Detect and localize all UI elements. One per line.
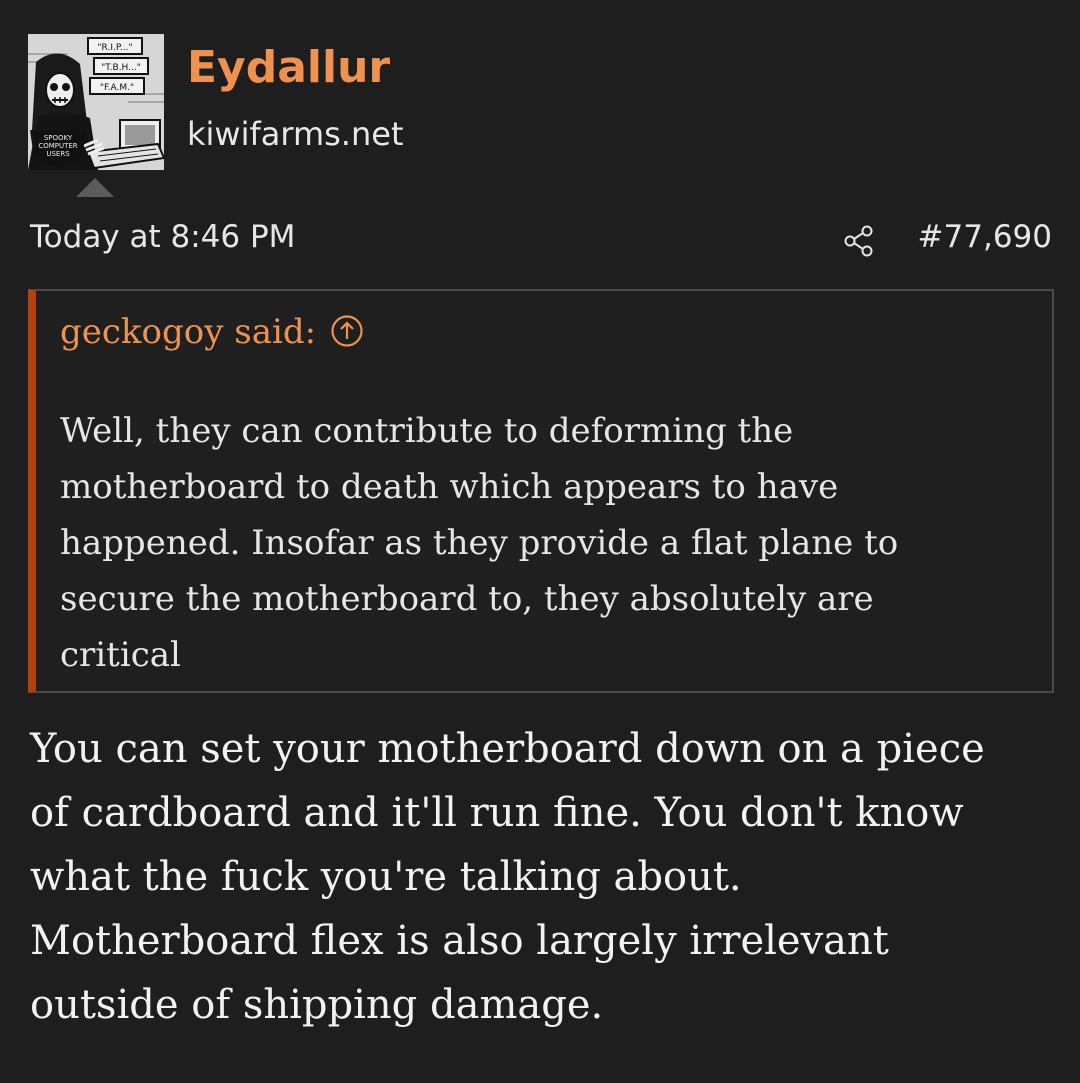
caption-line-1: SPOOKY [44,134,73,142]
user-avatar[interactable]: "R.I.P..." "T.B.H..." "F.A.M." SPOOKY CO… [28,34,164,170]
arrow-up-circle-icon-svg [331,315,363,347]
quote-line: motherboard to death which appears to ha… [60,467,839,507]
reply-body: You can set your motherboard down on a p… [30,717,1060,1037]
sign-text-1: "R.I.P..." [97,43,132,53]
quote-body: Well, they can contribute to deforming t… [60,403,1020,683]
quote-block: geckogoy said: Well, they can contribute… [28,289,1054,693]
post-number-link[interactable]: #77,690 [918,222,1052,253]
spooky-computer-users-avatar-icon: "R.I.P..." "T.B.H..." "F.A.M." SPOOKY CO… [28,34,164,170]
share-icon-svg [844,225,873,257]
quote-attribution-link[interactable]: geckogoy said: [60,315,364,351]
sign-text-2: "T.B.H..." [101,63,141,73]
reply-line: Motherboard flex is also largely irrelev… [30,918,889,964]
arrow-up-circle-icon[interactable] [330,314,364,348]
reply-line: what the fuck you're talking about. [30,854,742,900]
quote-line: secure the motherboard to, they absolute… [60,579,874,619]
quote-line: critical [60,635,181,675]
author-username[interactable]: Eydallur [187,46,390,90]
caption-line-3: USERS [46,150,70,158]
share-icon[interactable] [842,224,876,258]
quote-line: Well, they can contribute to deforming t… [60,411,794,451]
quote-line: happened. Insofar as they provide a flat… [60,523,899,563]
avatar-pointer-arrow [76,178,114,197]
reply-line: You can set your motherboard down on a p… [30,726,985,772]
forum-post: "R.I.P..." "T.B.H..." "F.A.M." SPOOKY CO… [0,0,1080,1083]
post-date[interactable]: Today at 8:46 PM [30,222,295,253]
reply-line: of cardboard and it'll run fine. You don… [30,790,964,836]
quote-author-label: geckogoy said: [60,312,317,352]
sign-text-3: "F.A.M." [100,83,134,93]
author-user-title: kiwifarms.net [187,115,404,153]
caption-line-2: COMPUTER [38,142,77,150]
reply-line: outside of shipping damage. [30,982,604,1028]
